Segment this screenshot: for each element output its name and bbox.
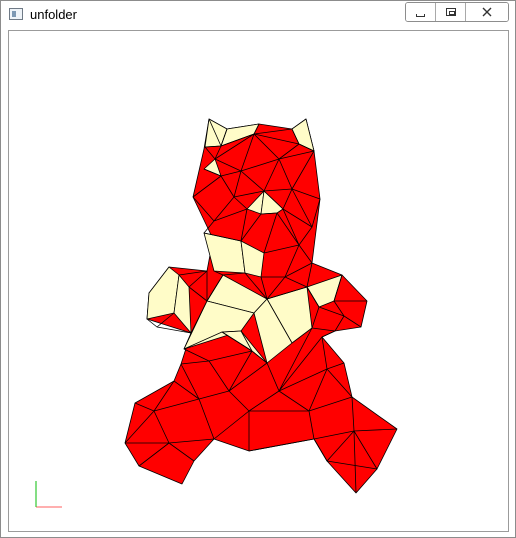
window-app-icon[interactable] xyxy=(9,8,23,20)
close-button[interactable] xyxy=(466,3,508,21)
restore-icon xyxy=(445,8,456,16)
maximize-button[interactable] xyxy=(436,3,466,21)
close-icon xyxy=(482,7,492,17)
3d-viewport[interactable] xyxy=(8,30,509,532)
app-window: unfolder xyxy=(0,0,516,538)
axis-gizmo xyxy=(35,481,62,508)
title-bar[interactable]: unfolder xyxy=(1,1,515,29)
minimize-button[interactable] xyxy=(406,3,436,21)
window-title: unfolder xyxy=(30,7,77,22)
minimize-icon xyxy=(416,13,425,17)
caption-buttons xyxy=(405,2,509,22)
teddy-bear-mesh xyxy=(35,118,398,508)
